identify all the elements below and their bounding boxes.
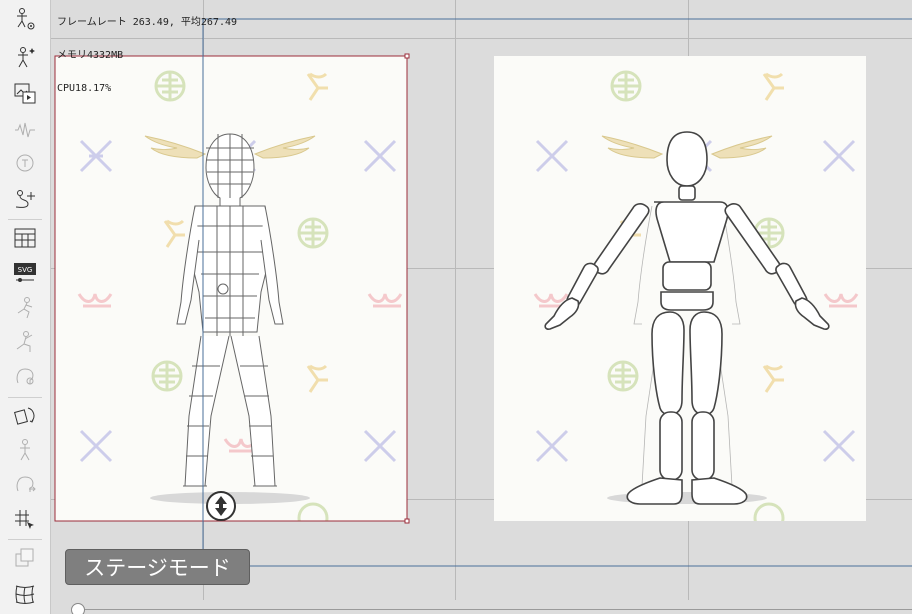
layers-copy-icon	[10, 544, 40, 572]
move-handle-icon[interactable]	[205, 490, 237, 522]
frame-rate-text: フレームレート 263.49, 平均267.49	[57, 17, 238, 28]
path-add-icon[interactable]	[10, 186, 40, 214]
run-pose-icon	[10, 294, 40, 322]
wooden-doll-figure	[544, 131, 830, 505]
character-settings-icon[interactable]	[10, 6, 40, 34]
text-bubble-icon	[10, 150, 40, 178]
audio-wave-icon	[10, 116, 40, 144]
timeline-slider-track[interactable]	[79, 609, 912, 610]
svg-export-icon[interactable]: SVG	[10, 258, 40, 286]
mesh-preview-panel[interactable]	[55, 56, 407, 521]
left-toolbar: SVG	[0, 0, 51, 614]
stage-mode-button[interactable]: ステージモード	[65, 549, 250, 585]
grid-panel-icon[interactable]	[10, 224, 40, 252]
timeline-slider-knob[interactable]	[71, 603, 85, 614]
head-face-icon	[10, 362, 40, 390]
figure-icon	[10, 436, 40, 464]
svg-text:SVG: SVG	[18, 266, 33, 274]
mesh-warp-icon[interactable]	[10, 580, 40, 608]
grid-select-icon[interactable]	[10, 506, 40, 534]
rotate-object-icon[interactable]	[10, 402, 40, 430]
stage-canvas[interactable]: フレームレート 263.49, 平均267.49 メモリ4332MB CPU18…	[51, 0, 912, 614]
action-icon	[10, 328, 40, 356]
head-arrow-icon	[10, 470, 40, 498]
character-effect-icon[interactable]	[10, 44, 40, 72]
memory-text: メモリ4332MB	[57, 50, 124, 61]
pose-preview-panel[interactable]	[494, 56, 866, 521]
mesh-figure	[176, 133, 284, 487]
performance-stats: フレームレート 263.49, 平均267.49 メモリ4332MB CPU18…	[57, 0, 237, 116]
cpu-text: CPU18.17%	[57, 83, 112, 94]
image-play-icon[interactable]	[10, 80, 40, 108]
